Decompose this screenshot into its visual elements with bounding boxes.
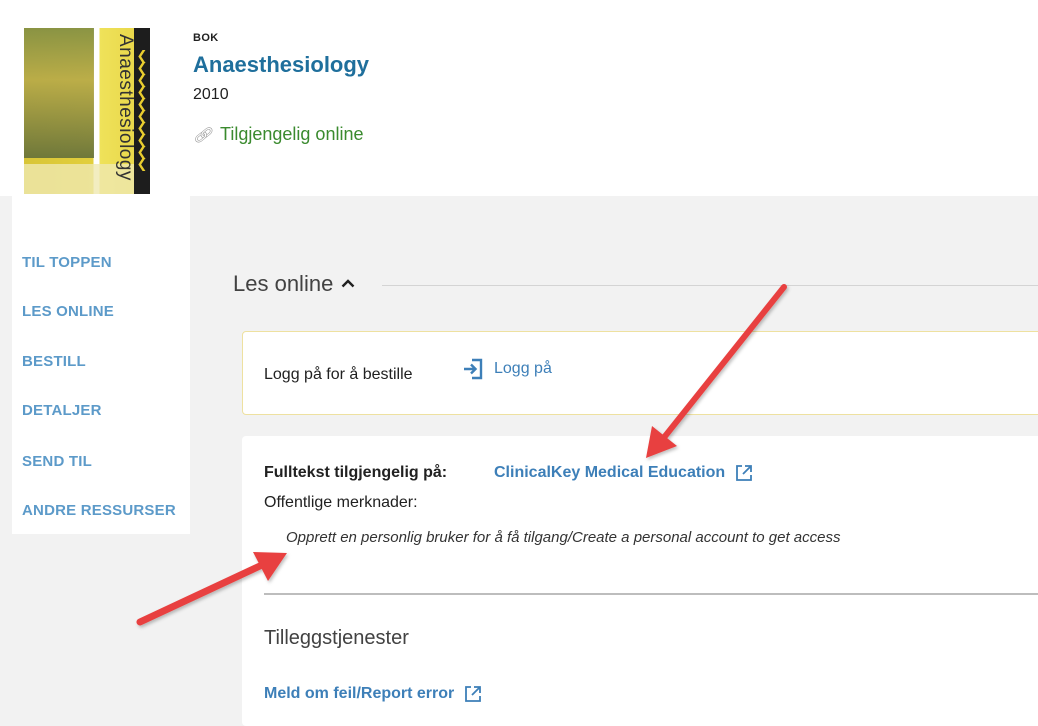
nav-item-bestill[interactable]: BESTILL: [22, 353, 86, 370]
nav-item-andre-ressurser[interactable]: ANDRE RESSURSER: [22, 502, 176, 519]
external-link-icon: [736, 465, 753, 481]
signin-link-label: Logg på: [494, 360, 552, 377]
link-icon: 🔗︎: [193, 126, 213, 144]
section-nav: TIL TOPPEN LES ONLINE BESTILL DETALJER S…: [12, 196, 190, 534]
nav-item-detaljer[interactable]: DETALJER: [22, 402, 102, 419]
report-error-link[interactable]: Meld om feil/Report error: [264, 685, 482, 703]
cover-chevrons: ❮ ❮ ❮ ❮ ❮ ❮ ❮ ❮ ❮ ❮: [134, 28, 150, 194]
panel-divider: [264, 593, 1038, 595]
record-header: [0, 0, 1038, 196]
section-heading-text: Les online: [233, 271, 334, 296]
public-note-text: Opprett en personlig bruker for å få til…: [286, 529, 841, 546]
sign-in-icon: [464, 358, 483, 380]
record-title-link[interactable]: Anaesthesiology: [193, 52, 369, 78]
cover-photo: [24, 28, 94, 158]
provider-link[interactable]: ClinicalKey Medical Education: [494, 464, 753, 482]
signin-prompt: Logg på for å bestille: [264, 366, 413, 383]
nav-item-send-til[interactable]: SEND TIL: [22, 453, 92, 470]
cover-title: Anaesthesiology: [115, 34, 136, 181]
provider-link-label: ClinicalKey Medical Education: [494, 464, 726, 481]
report-error-label: Meld om feil/Report error: [264, 685, 455, 702]
book-cover-image[interactable]: Anaesthesiology ❮ ❮ ❮ ❮ ❮ ❮ ❮ ❮ ❮ ❮: [24, 28, 150, 194]
additional-services-title: Tilleggstjenester: [264, 627, 409, 649]
section-heading-les-online[interactable]: Les online: [233, 271, 355, 297]
availability-text: Tilgjengelig online: [220, 124, 364, 144]
fulltext-label: Fulltekst tilgjengelig på:: [264, 464, 448, 481]
chevron-up-icon[interactable]: [341, 275, 355, 292]
record-year: 2010: [193, 86, 229, 103]
signin-link[interactable]: Logg på: [462, 358, 552, 380]
section-divider: [382, 285, 1038, 286]
availability-link[interactable]: 🔗︎ Tilgjengelig online: [193, 124, 363, 145]
nav-item-les-online[interactable]: LES ONLINE: [22, 303, 114, 320]
external-link-icon: [465, 686, 482, 702]
public-notes-label: Offentlige merknader:: [264, 494, 418, 511]
record-type-label: BOK: [193, 32, 219, 44]
nav-item-til-toppen[interactable]: TIL TOPPEN: [22, 254, 112, 271]
